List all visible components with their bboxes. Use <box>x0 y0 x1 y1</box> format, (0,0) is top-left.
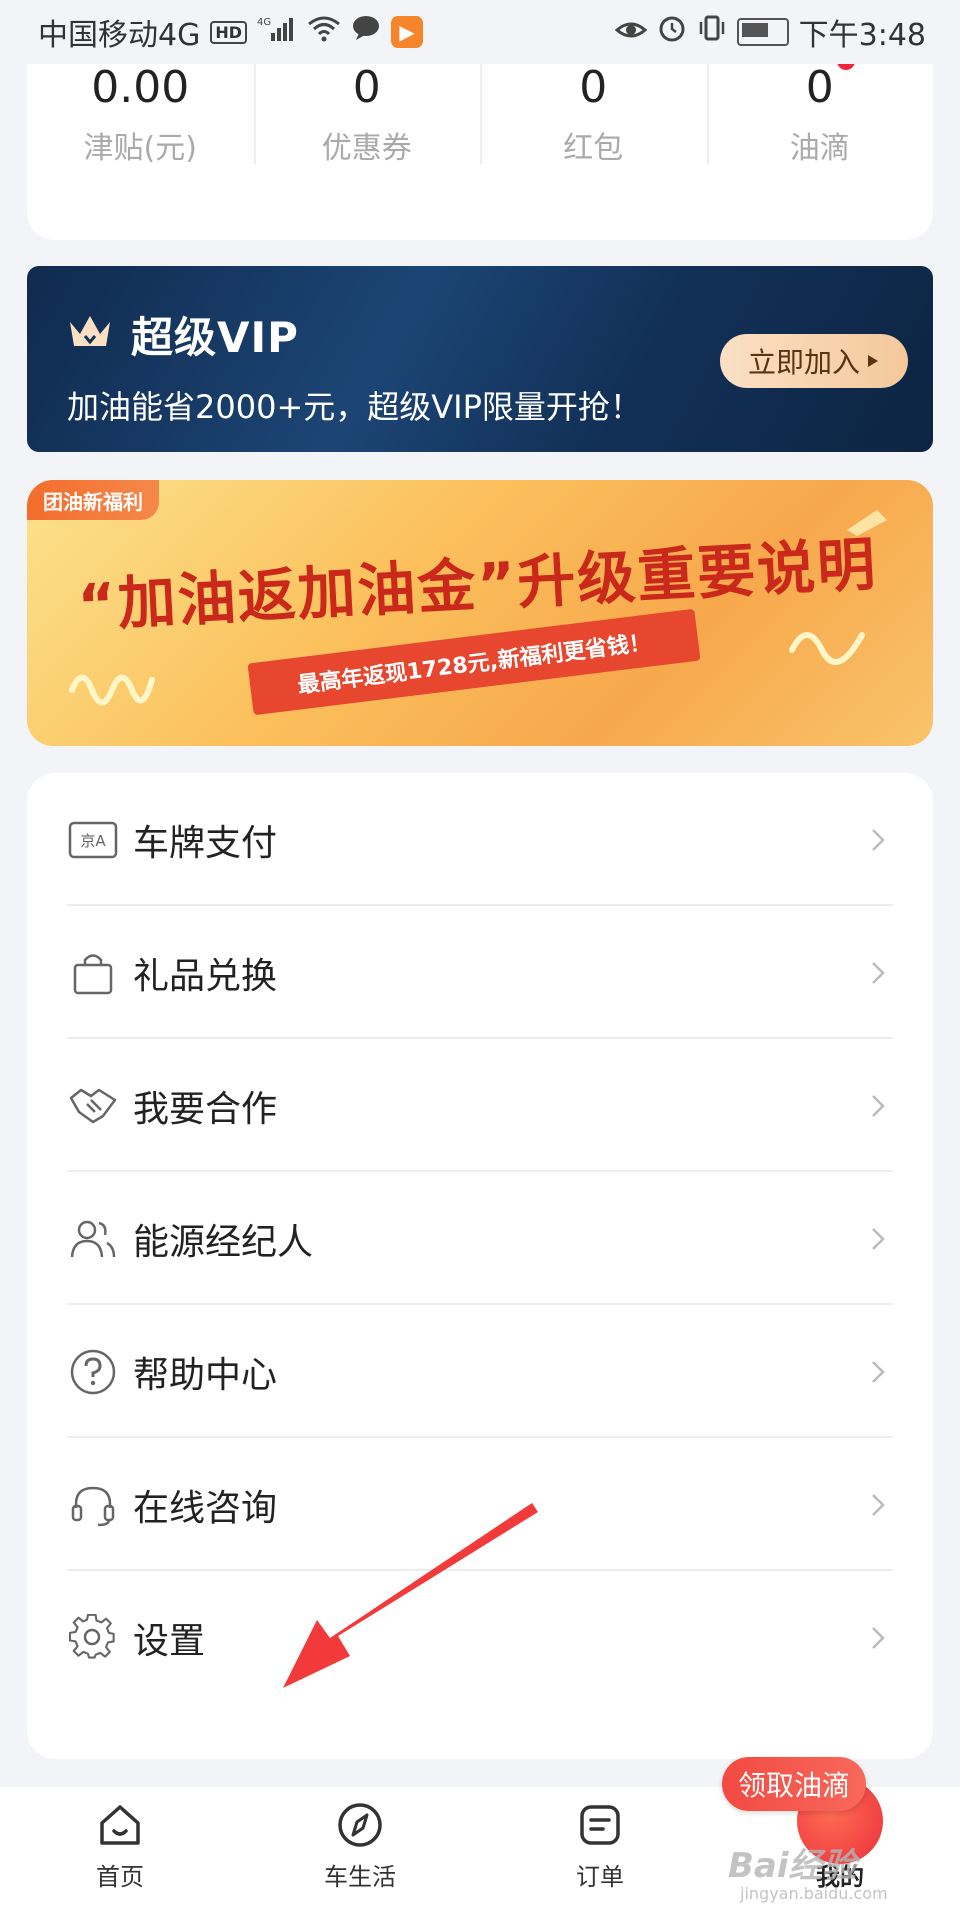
menu-label: 设置 <box>133 1620 206 1662</box>
menu-item-settings[interactable]: 设置 <box>67 1571 893 1704</box>
squiggle-decoration-icon <box>789 632 865 665</box>
handshake-icon <box>67 1080 119 1132</box>
app-notification-icon: ▶ <box>391 16 424 48</box>
promo-title: “加油返加油金”升级重要说明 <box>76 530 879 640</box>
join-vip-label: 立即加入 <box>747 346 860 379</box>
promo-tag: 团油新福利 <box>27 480 159 520</box>
squiggle-decoration-icon <box>69 674 155 706</box>
compass-icon <box>338 1803 382 1847</box>
menu-item-plate-pay[interactable]: 京A 车牌支付 <box>67 773 893 906</box>
clock-time: 下午3:48 <box>798 18 926 53</box>
confetti-decoration-icon <box>847 510 887 536</box>
super-vip-banner[interactable]: 超级VIP 加油能省2000+元，超级VIP限量开抢！ 立即加入 <box>27 266 933 452</box>
menu-label: 能源经纪人 <box>133 1221 314 1263</box>
gear-icon <box>67 1612 119 1664</box>
stat-value: 0 <box>352 62 381 113</box>
stat-label: 油滴 <box>789 130 850 166</box>
vip-title: 超级VIP <box>131 313 299 362</box>
svg-text:4G: 4G <box>257 17 271 28</box>
vip-description: 加油能省2000+元，超级VIP限量开抢！ <box>67 388 642 426</box>
tab-car-life[interactable]: 车生活 <box>240 1787 480 1920</box>
menu-item-gift-exchange[interactable]: 礼品兑换 <box>67 906 893 1039</box>
stat-value: 0 <box>579 62 608 113</box>
stat-red-packets[interactable]: 0 红包 <box>480 40 707 240</box>
menu-label: 帮助中心 <box>133 1354 278 1396</box>
order-icon <box>580 1805 620 1845</box>
claim-oil-drops-badge[interactable]: 领取油滴 <box>722 1757 867 1811</box>
stat-value: 0.00 <box>91 62 190 113</box>
account-stats-card: 0.00 津贴(元) 0 优惠券 0 红包 0 油滴 <box>27 40 933 240</box>
chevron-right-icon <box>863 1224 893 1254</box>
menu-label: 礼品兑换 <box>133 955 278 997</box>
baidu-watermark-url: jingyan.baidu.com <box>740 1884 888 1903</box>
battery-icon <box>736 18 789 46</box>
carrier-name: 中国移动4G <box>38 18 201 53</box>
tab-home[interactable]: 首页 <box>0 1787 240 1920</box>
tab-label: 首页 <box>96 1863 144 1891</box>
menu-label: 车牌支付 <box>133 822 278 864</box>
menu-item-help-center[interactable]: 帮助中心 <box>67 1305 893 1438</box>
users-icon <box>67 1213 119 1265</box>
menu-item-energy-agent[interactable]: 能源经纪人 <box>67 1172 893 1305</box>
status-bar: 中国移动4G HD 4G ▶ 下午3:48 <box>0 0 960 64</box>
stat-oil-drops[interactable]: 0 油滴 <box>706 40 934 240</box>
promo-banner[interactable]: 团油新福利 “加油返加油金”升级重要说明 最高年返现1728元,新福利更省钱！ <box>27 480 933 746</box>
crown-icon <box>70 316 110 346</box>
chevron-right-icon <box>863 1357 893 1387</box>
stat-label: 优惠券 <box>321 130 412 166</box>
menu-label: 我要合作 <box>133 1088 278 1130</box>
vibrate-icon <box>697 13 727 51</box>
shopping-bag-icon <box>67 947 119 999</box>
hd-icon: HD <box>210 20 248 44</box>
license-plate-icon: 京A <box>67 814 119 866</box>
tab-label: 订单 <box>576 1863 624 1891</box>
menu-label: 在线咨询 <box>133 1487 278 1529</box>
tab-orders[interactable]: 订单 <box>480 1787 720 1920</box>
stat-label: 津贴(元) <box>83 130 197 166</box>
svg-text:京A: 京A <box>80 832 106 850</box>
chevron-right-icon <box>863 1623 893 1653</box>
menu-item-cooperation[interactable]: 我要合作 <box>67 1039 893 1172</box>
status-left: 中国移动4G HD 4G ▶ <box>38 10 424 54</box>
stat-allowance[interactable]: 0.00 津贴(元) <box>27 40 254 240</box>
wifi-icon <box>307 14 341 50</box>
baidu-watermark: Bai经验 <box>728 1846 857 1886</box>
stat-label: 红包 <box>563 130 624 166</box>
help-circle-icon <box>67 1346 119 1398</box>
menu-item-online-consult[interactable]: 在线咨询 <box>67 1438 893 1571</box>
chevron-right-icon <box>863 1091 893 1121</box>
join-vip-button[interactable]: 立即加入 <box>720 334 908 388</box>
play-triangle-icon <box>868 355 878 367</box>
chevron-right-icon <box>863 958 893 988</box>
chevron-right-icon <box>863 825 893 855</box>
signal-icon: 4G <box>257 15 297 50</box>
headset-icon <box>67 1479 119 1531</box>
chevron-right-icon <box>863 1490 893 1520</box>
alarm-icon <box>657 13 687 51</box>
status-right: 下午3:48 <box>614 10 926 54</box>
stat-coupons[interactable]: 0 优惠券 <box>253 40 481 240</box>
tab-label: 车生活 <box>324 1863 396 1891</box>
stat-value: 0 <box>805 62 834 113</box>
chat-bubble-icon <box>351 14 381 50</box>
menu-list-card: 京A 车牌支付 礼品兑换 我要合作 能源经纪人 帮助中心 在线咨询 设置 <box>27 773 933 1759</box>
home-icon <box>100 1805 140 1845</box>
eye-icon <box>614 15 647 50</box>
